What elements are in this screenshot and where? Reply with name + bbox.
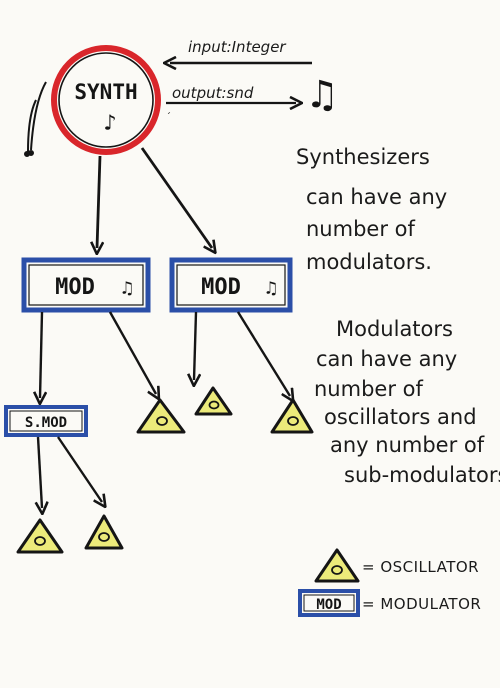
modulator-1-note-icon: ♫ <box>122 278 133 299</box>
modulator-box-2: MOD ♫ <box>169 257 293 313</box>
diagram-canvas: SYNTH ♪ input:Integer output:snd ♫ ´ MOD… <box>4 38 500 617</box>
note-1-line-2: can have any <box>306 185 447 209</box>
mod-child-arrows <box>40 311 290 398</box>
note-1-line-3: number of <box>306 217 415 241</box>
modulator-1-label: MOD <box>55 275 95 300</box>
note-1-line-4: modulators. <box>306 250 432 274</box>
synth-to-mod-arrows <box>97 147 212 248</box>
legend-modulator-label: = MODULATOR <box>362 595 481 613</box>
oscillator-1 <box>136 398 186 434</box>
synth-note-icon: ♪ <box>103 111 116 136</box>
input-label: input:Integer <box>188 38 286 56</box>
oscillator-2 <box>194 386 233 416</box>
note-2-line-3: number of <box>314 377 423 401</box>
synth-decoration-lines <box>24 81 47 157</box>
note-paragraph-2: Modulators can have any number of oscill… <box>314 317 500 487</box>
synth-label: SYNTH <box>74 80 137 104</box>
sub-mod-child-arrows <box>38 436 102 508</box>
modulator-2-label: MOD <box>201 275 241 300</box>
oscillator-5 <box>84 514 124 550</box>
legend-oscillator-icon <box>314 548 360 583</box>
note-2-line-4: oscillators and <box>324 405 477 429</box>
sub-modulator-label: S.MOD <box>25 415 67 431</box>
sub-modulator-box: S.MOD <box>4 405 88 437</box>
legend: = OSCILLATOR MOD = MODULATOR <box>298 548 481 617</box>
legend-modulator-box-label: MOD <box>316 597 341 613</box>
input-connector: input:Integer <box>170 38 312 63</box>
note-paragraph-1: Synthesizers can have any number of modu… <box>296 145 447 274</box>
output-tick-mark: ´ <box>166 111 171 123</box>
note-1-line-1: Synthesizers <box>296 145 430 169</box>
note-2-line-5: any number of <box>330 433 485 457</box>
oscillator-4 <box>16 518 64 554</box>
output-label: output:snd <box>172 84 254 102</box>
modulator-box-1: MOD ♫ <box>21 257 151 313</box>
output-sound-icon: ♫ <box>310 72 334 118</box>
oscillator-3 <box>270 398 314 434</box>
output-connector: output:snd ♫ ´ <box>166 72 334 123</box>
note-2-line-2: can have any <box>316 347 457 371</box>
synth-node: SYNTH ♪ <box>51 45 161 155</box>
modulator-2-note-icon: ♫ <box>266 278 277 299</box>
legend-oscillator-label: = OSCILLATOR <box>362 558 479 576</box>
legend-modulator-icon: MOD <box>298 589 360 617</box>
note-2-line-6: sub-modulators <box>344 463 500 487</box>
note-2-line-1: Modulators <box>336 317 453 341</box>
